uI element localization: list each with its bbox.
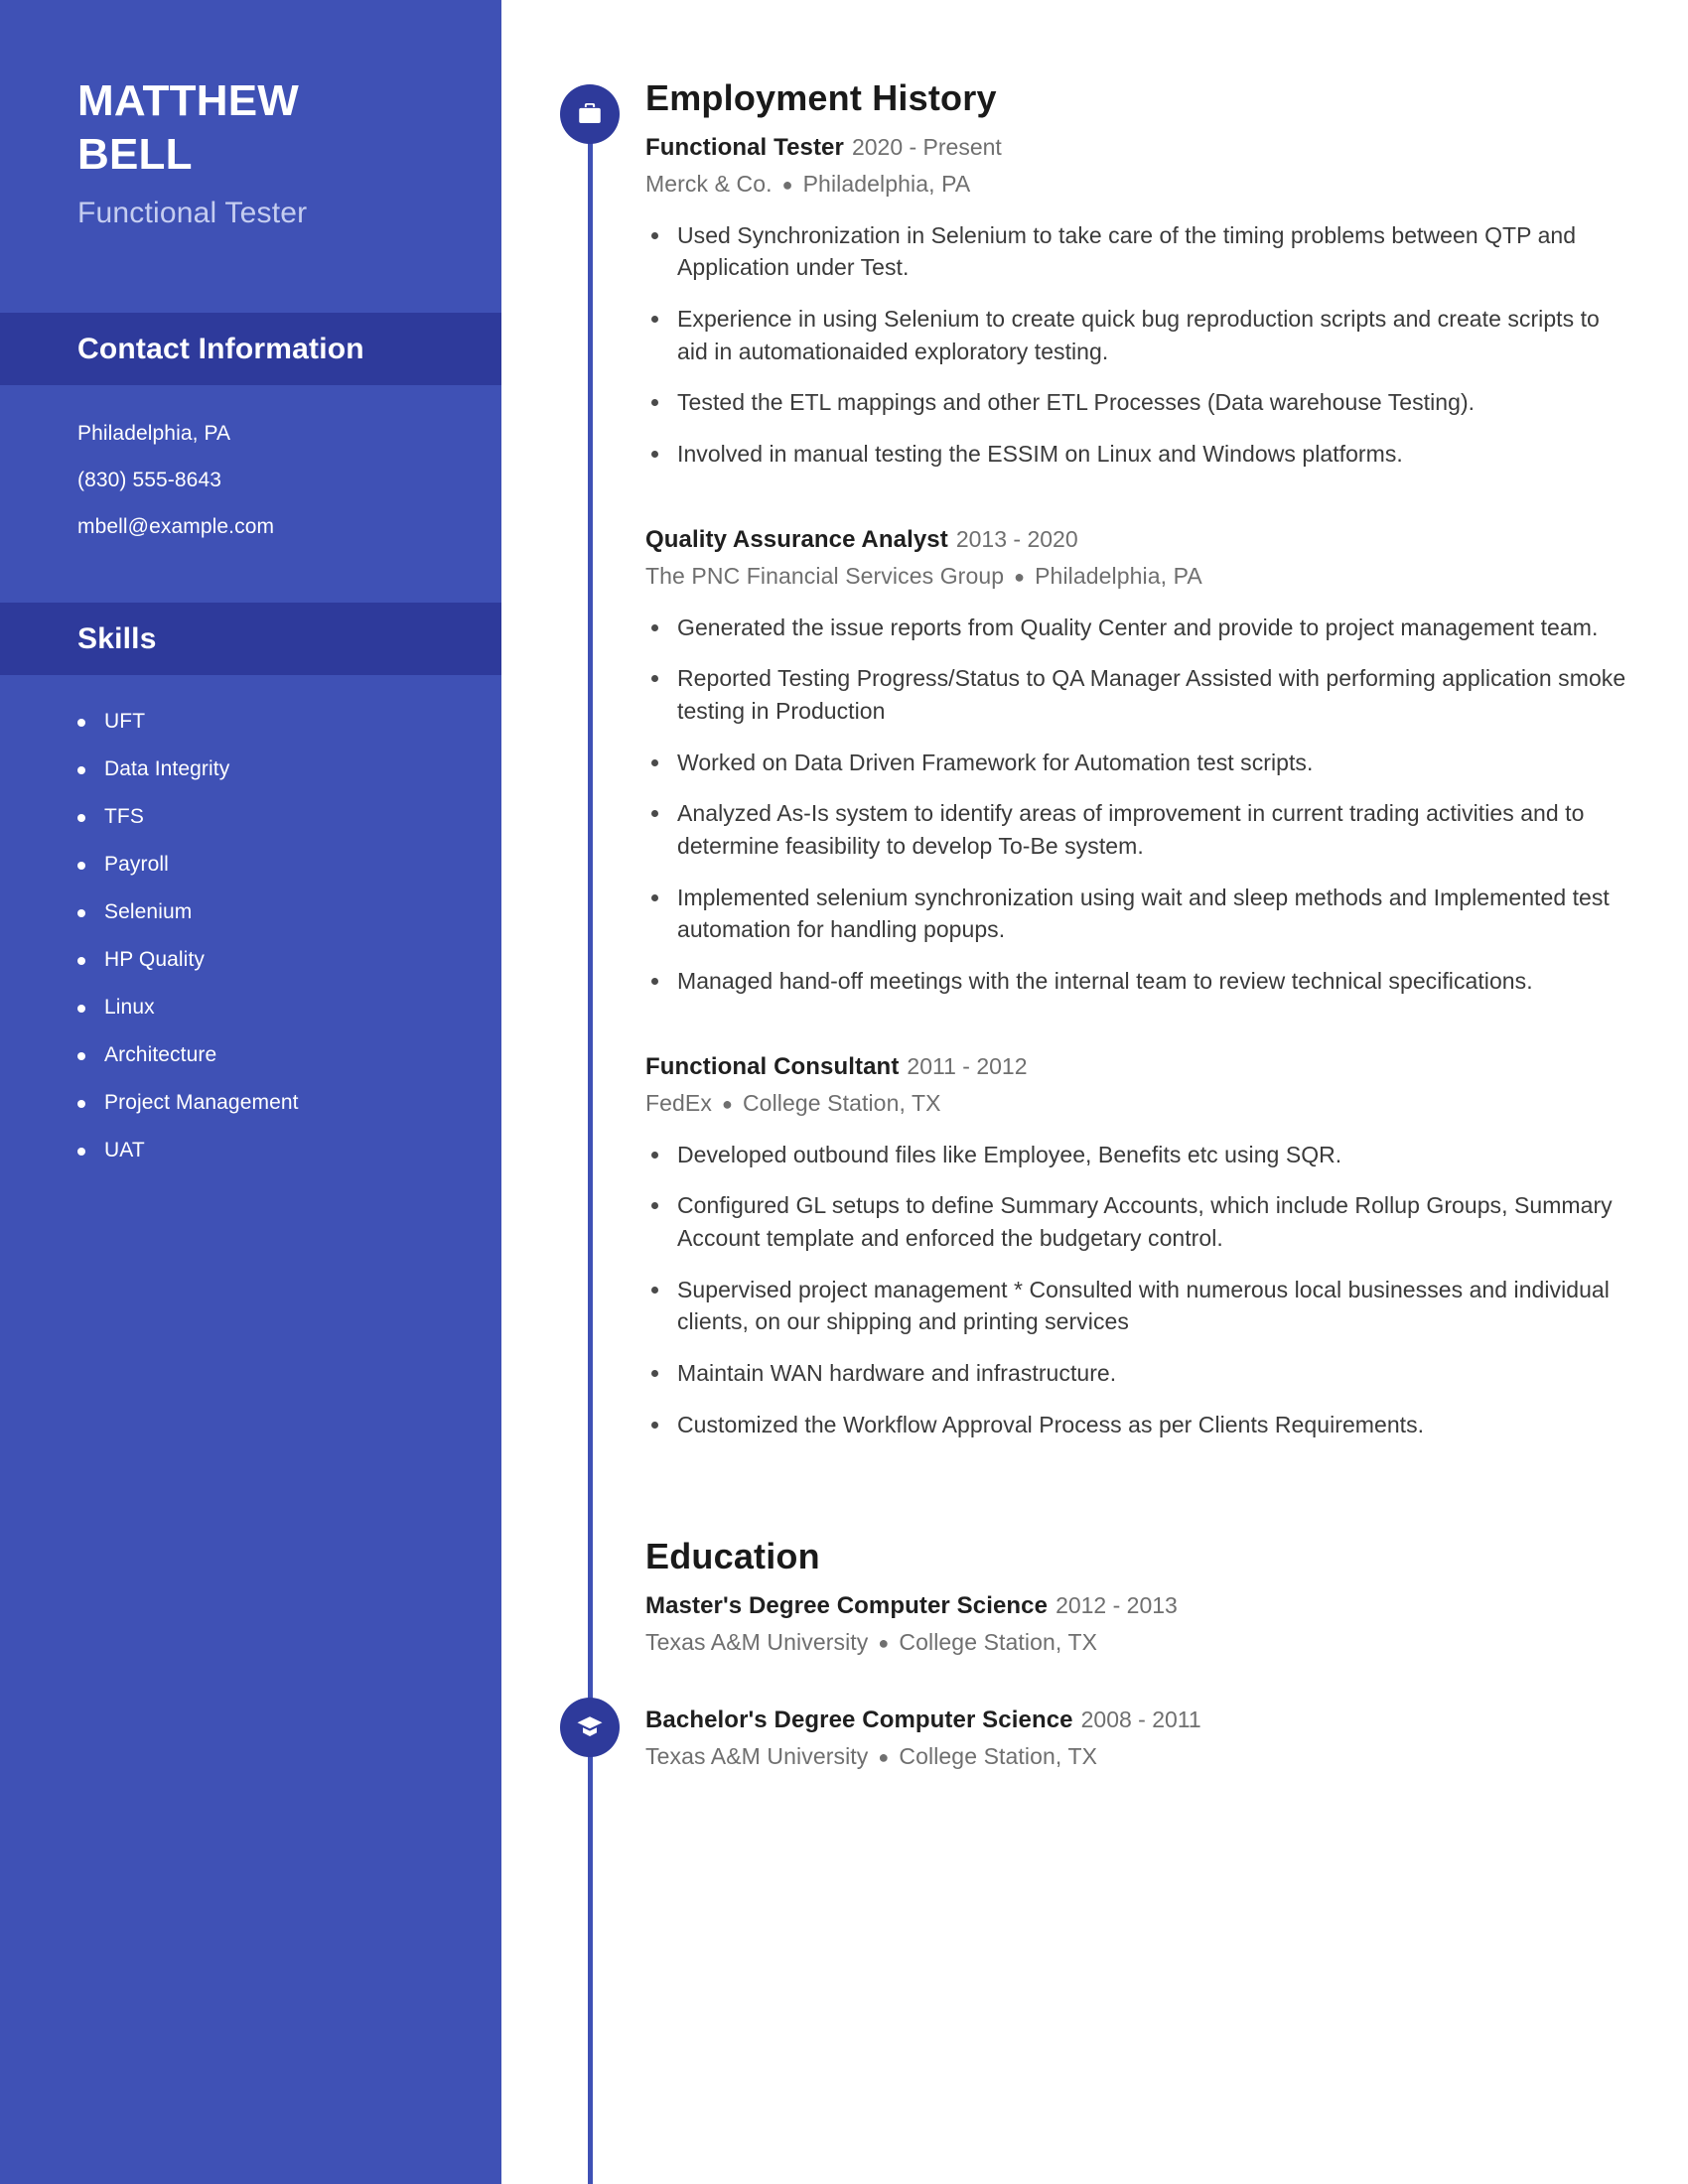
contact-email: mbell@example.com (77, 515, 275, 539)
employment-history-section: Employment History Functional Tester 2020… (645, 79, 1628, 1440)
job-dates: 2011 - 2012 (907, 1052, 1028, 1079)
list-item: Payroll (77, 854, 501, 875)
contact-phone: (830) 555-8643 (77, 469, 222, 492)
job-location: Philadelphia, PA (1035, 562, 1202, 589)
job-bullets: Developed outbound files like Employee, … (645, 1139, 1628, 1441)
job-role: Functional Tester (645, 133, 844, 161)
job-company: FedEx (645, 1089, 712, 1116)
list-item: TFS (77, 806, 501, 827)
school-location: College Station, TX (899, 1629, 1098, 1656)
education-entry-meta: Texas A&M University ● College Station, TX (645, 1743, 1628, 1770)
bullet-separator-icon: ● (1014, 567, 1026, 588)
job-dates: 2020 - Present (851, 133, 1002, 160)
degree-dates: 2012 - 2013 (1055, 1592, 1178, 1619)
job-location: Philadelphia, PA (802, 170, 971, 197)
list-item: Implemented selenium synchronization usi… (645, 882, 1628, 946)
list-item: Linux (77, 997, 501, 1018)
list-item: UAT (77, 1140, 501, 1160)
education-entry-heading: Master's Degree Computer Science 2012 - 2… (645, 1591, 1628, 1621)
contact-location: Philadelphia, PA (77, 422, 231, 446)
contact-heading: Contact Information (77, 332, 364, 365)
job-dates: 2013 - 2020 (955, 525, 1078, 552)
list-item: Worked on Data Driven Framework for Auto… (645, 747, 1628, 779)
list-item: Analyzed As-Is system to identify areas … (645, 797, 1628, 862)
job-location: College Station, TX (742, 1089, 941, 1116)
education-entry-heading: Bachelor's Degree Computer Science 2008 -… (645, 1706, 1628, 1735)
degree-title: Bachelor's Degree Computer Science (645, 1706, 1073, 1734)
entry-spacer (645, 1656, 1628, 1706)
name-first: MATTHEW (77, 76, 299, 125)
education-heading: Education (645, 1536, 820, 1577)
bullet-separator-icon: ● (781, 175, 793, 196)
employment-entry-meta: Merck & Co. ● Philadelphia, PA (645, 171, 1628, 198)
employment-entry-heading: Quality Assurance Analyst 2013 - 2020 (645, 525, 1628, 555)
graduation-cap-icon (560, 1698, 620, 1757)
school-name: Texas A&M University (645, 1629, 869, 1656)
job-bullets: Generated the issue reports from Quality… (645, 612, 1628, 998)
list-item: Customized the Workflow Approval Process… (645, 1409, 1628, 1441)
list-item: UFT (77, 711, 501, 732)
page-title: Employment History (645, 77, 997, 118)
list-item: Maintain WAN hardware and infrastructure… (645, 1357, 1628, 1390)
bullet-separator-icon: ● (878, 1747, 890, 1768)
list-item: Generated the issue reports from Quality… (645, 612, 1628, 644)
list-item: Architecture (77, 1044, 501, 1065)
candidate-job-title: Functional Tester (77, 197, 308, 230)
contact-section-header: Contact Information (0, 313, 501, 386)
degree-title: Master's Degree Computer Science (645, 1592, 1049, 1620)
list-item: Used Synchronization in Selenium to take… (645, 219, 1628, 284)
employment-entry-heading: Functional Consultant 2011 - 2012 (645, 1052, 1628, 1082)
list-item: Developed outbound files like Employee, … (645, 1139, 1628, 1171)
main-content: Employment History Functional Tester 2020… (645, 0, 1628, 1770)
sidebar: MATTHEW BELL Functional Tester Contact I… (0, 0, 501, 2184)
bullet-separator-icon: ● (721, 1094, 733, 1115)
list-item: Supervised project management * Consulte… (645, 1274, 1628, 1338)
list-item: Selenium (77, 901, 501, 922)
name-last: BELL (77, 129, 193, 179)
identity-block: MATTHEW BELL Functional Tester (0, 0, 501, 230)
timeline-rail (588, 94, 593, 2184)
degree-dates: 2008 - 2011 (1080, 1706, 1201, 1733)
list-item: Tested the ETL mappings and other ETL Pr… (645, 386, 1628, 419)
list-item: Data Integrity (77, 758, 501, 779)
list-item: Configured GL setups to define Summary A… (645, 1189, 1628, 1254)
employment-entry: Functional Consultant 2011 - 2012 FedEx ● C… (645, 1052, 1628, 1441)
job-role: Quality Assurance Analyst (645, 525, 948, 553)
resume-page: MATTHEW BELL Functional Tester Contact I… (0, 0, 1688, 2184)
education-entry: Bachelor's Degree Computer Science 2008 -… (645, 1706, 1628, 1770)
entry-spacer (645, 489, 1628, 525)
candidate-name: MATTHEW BELL (77, 74, 501, 181)
list-item: Reported Testing Progress/Status to QA M… (645, 662, 1628, 727)
education-entry: Master's Degree Computer Science 2012 - 2… (645, 1591, 1628, 1656)
school-location: College Station, TX (899, 1743, 1098, 1770)
list-item: Managed hand-off meetings with the inter… (645, 965, 1628, 998)
list-item: Experience in using Selenium to create q… (645, 303, 1628, 367)
employment-entry: Quality Assurance Analyst 2013 - 2020 The… (645, 525, 1628, 998)
list-item: HP Quality (77, 949, 501, 970)
job-bullets: Used Synchronization in Selenium to take… (645, 219, 1628, 471)
education-entry-meta: Texas A&M University ● College Station, TX (645, 1629, 1628, 1656)
list-item: Involved in manual testing the ESSIM on … (645, 438, 1628, 471)
employment-entry-meta: The PNC Financial Services Group ● Philade… (645, 563, 1628, 590)
employment-entry: Functional Tester 2020 - Present Merck & … (645, 133, 1628, 471)
skills-list: UFT Data Integrity TFS Payroll Selenium … (0, 675, 501, 1160)
job-company: The PNC Financial Services Group (645, 562, 1005, 589)
skills-section-header: Skills (0, 603, 501, 676)
employment-entry-meta: FedEx ● College Station, TX (645, 1090, 1628, 1117)
bullet-separator-icon: ● (878, 1633, 890, 1654)
school-name: Texas A&M University (645, 1743, 869, 1770)
entry-spacer (645, 1017, 1628, 1052)
contact-list: Philadelphia, PA (830) 555-8643 mbell@ex… (0, 385, 501, 537)
education-section: Education Master's Degree Computer Scien… (645, 1538, 1628, 1770)
job-company: Merck & Co. (645, 170, 773, 197)
skills-heading: Skills (77, 621, 157, 655)
job-role: Functional Consultant (645, 1052, 900, 1080)
employment-entry-heading: Functional Tester 2020 - Present (645, 133, 1628, 163)
briefcase-icon (560, 84, 620, 144)
list-item: Project Management (77, 1092, 501, 1113)
